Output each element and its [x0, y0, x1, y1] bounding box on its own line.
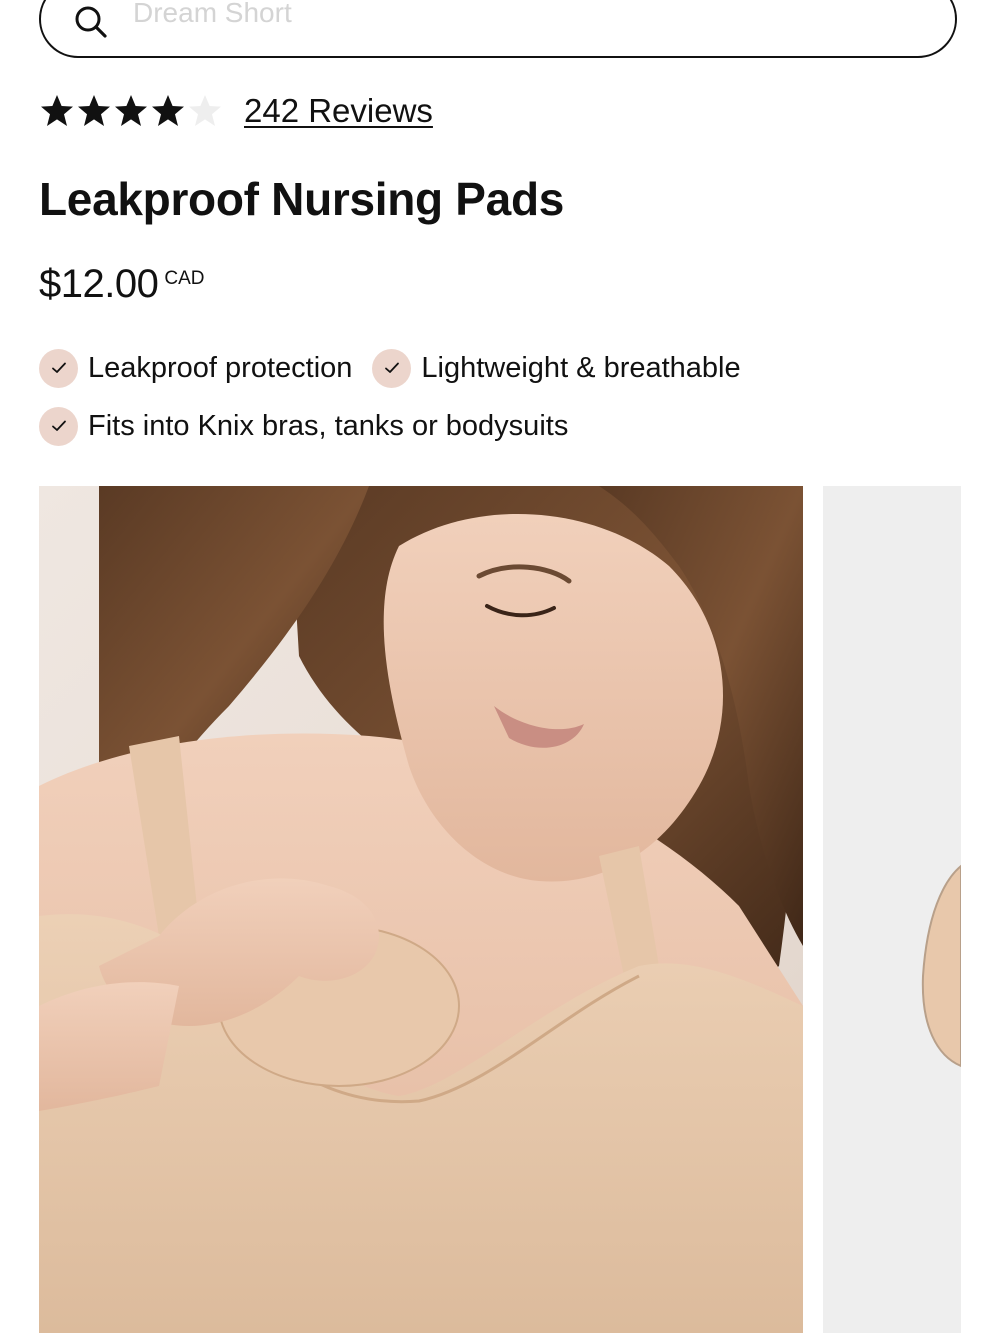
reviews-link[interactable]: 242 Reviews — [244, 92, 433, 130]
price-currency: CAD — [164, 268, 205, 289]
feature-text: Lightweight & breathable — [421, 351, 741, 384]
check-icon — [39, 348, 78, 388]
feature-item: Lightweight & breathable — [372, 348, 741, 388]
feature-row: Leakproof protection Lightweight & breat… — [39, 346, 969, 390]
product-rating: 242 Reviews — [39, 92, 433, 130]
star-filled-icon — [41, 95, 73, 126]
model-wearing-nursing-bra-with-pad — [39, 486, 803, 1333]
star-filled-icon — [152, 95, 184, 126]
search-icon[interactable] — [71, 2, 111, 42]
nursing-pad-product-shot — [921, 864, 961, 1068]
feature-text: Fits into Knix bras, tanks or bodysuits — [88, 409, 569, 442]
product-gallery[interactable] — [39, 486, 1000, 1333]
feature-item: Leakproof protection — [39, 348, 353, 388]
product-page: 242 Reviews Leakproof Nursing Pads $12.0… — [0, 0, 1000, 1333]
product-price: $12.00 CAD — [39, 262, 204, 307]
gallery-image-next[interactable] — [823, 486, 961, 1333]
product-features: Leakproof protection Lightweight & breat… — [39, 346, 969, 462]
star-empty-icon — [189, 95, 221, 126]
check-icon — [39, 406, 78, 446]
gallery-image-main[interactable] — [39, 486, 803, 1333]
rating-stars — [39, 93, 224, 129]
search-bar[interactable] — [39, 0, 957, 58]
feature-text: Leakproof protection — [88, 351, 353, 384]
star-filled-icon — [115, 95, 147, 126]
feature-row: Fits into Knix bras, tanks or bodysuits — [39, 404, 969, 448]
star-filled-icon — [78, 95, 110, 126]
check-icon — [372, 348, 412, 388]
search-input[interactable] — [133, 0, 833, 28]
feature-item: Fits into Knix bras, tanks or bodysuits — [39, 406, 569, 446]
price-amount: $12.00 — [39, 262, 159, 306]
product-title: Leakproof Nursing Pads — [39, 173, 565, 225]
